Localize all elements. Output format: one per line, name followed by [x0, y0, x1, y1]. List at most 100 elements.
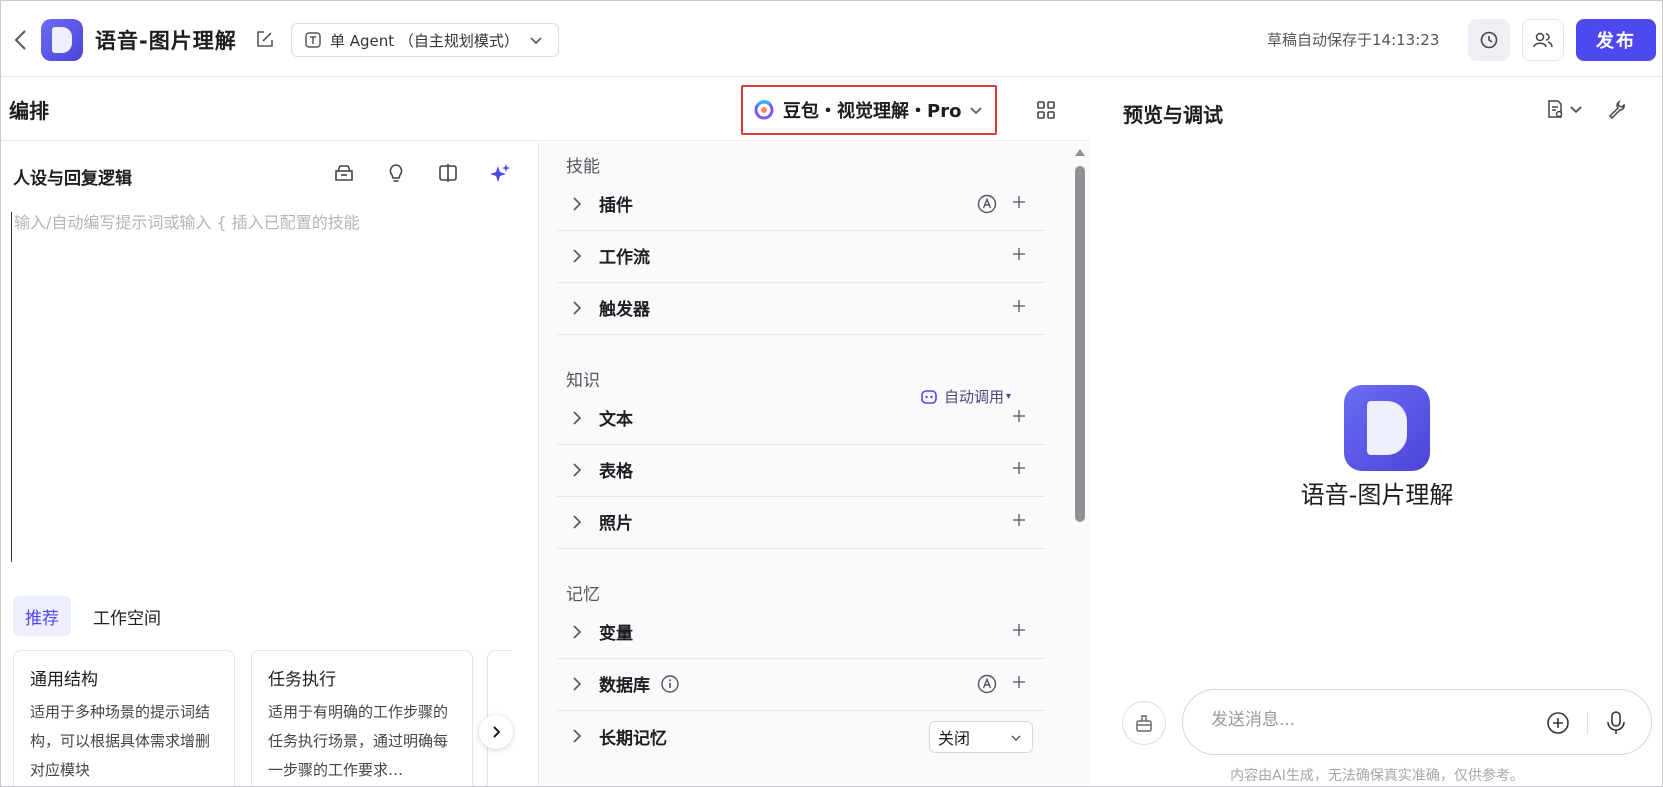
chevron-right-icon	[493, 726, 501, 738]
model-select[interactable]: 豆包・视觉理解・Pro	[741, 85, 997, 135]
add-table-icon[interactable]	[1009, 458, 1029, 478]
chevron-right-icon	[573, 729, 582, 743]
template-card-title: 任务执行	[268, 670, 336, 690]
skills-panel: 技能 插件 工作流 触发器 知识 自动调用 ▾ 文本 表格 照片 记忆 变量 数…	[540, 142, 1089, 786]
template-card-desc: 适用于有明确的工作步骤的任务执行场景，通过明确每一步骤的工作要求…	[268, 703, 449, 779]
prompt-input[interactable]	[11, 212, 529, 562]
prompt-library-icon	[335, 165, 353, 181]
microphone-icon[interactable]	[1603, 709, 1629, 737]
chevron-down-icon	[530, 37, 542, 45]
add-plugin-icon[interactable]	[1009, 192, 1029, 212]
skill-row-trigger[interactable]: 触发器	[557, 281, 1045, 335]
top-bar: 语音-图片理解 单 Agent （自主规划模式） 草稿自动保存于14:13:23…	[1, 1, 1662, 77]
agent-mode-select[interactable]: 单 Agent （自主规划模式）	[291, 23, 559, 57]
memory-section-title: 记忆	[566, 585, 600, 605]
row-label: 工作流	[599, 248, 650, 268]
chevron-down-icon	[1011, 735, 1021, 742]
split-view-icon	[439, 164, 457, 182]
wrench-icon	[1608, 100, 1625, 119]
scroll-up-arrow[interactable]	[1073, 146, 1087, 158]
long-term-memory-value: 关闭	[938, 729, 971, 748]
chevron-down-icon	[970, 107, 983, 115]
template-card-general[interactable]: 通用结构 适用于多种场景的提示词结构，可以根据具体需求增删对应模块	[13, 650, 235, 786]
memory-row-long-term[interactable]: 长期记忆 关闭	[557, 709, 1045, 763]
knowledge-row-text[interactable]: 文本	[557, 391, 1045, 445]
template-card-task[interactable]: 任务执行 适用于有明确的工作步骤的任务执行场景，通过明确每一步骤的工作要求…	[251, 650, 473, 786]
composer-divider	[1587, 712, 1588, 734]
prompt-library-button[interactable]	[331, 160, 357, 186]
row-label: 文本	[599, 410, 633, 430]
knowledge-row-photo[interactable]: 照片	[557, 495, 1045, 549]
add-workflow-icon[interactable]	[1009, 244, 1029, 264]
message-composer	[1182, 689, 1652, 755]
model-label: 豆包・视觉理解・Pro	[783, 101, 962, 122]
preview-toolbar	[1545, 99, 1627, 119]
auto-a-icon[interactable]	[977, 674, 997, 694]
add-photo-icon[interactable]	[1009, 510, 1029, 530]
debug-tools-button[interactable]	[1607, 99, 1627, 119]
add-attachment-icon[interactable]	[1545, 710, 1571, 736]
collaborators-button[interactable]	[1522, 19, 1564, 61]
skill-row-plugins[interactable]: 插件	[557, 177, 1045, 231]
chevron-down-icon	[1570, 106, 1582, 114]
memory-row-database[interactable]: 数据库	[557, 657, 1045, 711]
long-term-memory-select[interactable]: 关闭	[929, 721, 1033, 753]
broom-icon	[1136, 715, 1152, 732]
lightbulb-icon	[389, 164, 403, 182]
autosave-status: 草稿自动保存于14:13:23	[1267, 31, 1440, 49]
history-icon	[1480, 31, 1498, 49]
app-logo	[41, 19, 83, 61]
skill-row-workflow[interactable]: 工作流	[557, 229, 1045, 283]
info-icon[interactable]	[660, 674, 680, 694]
arrange-header: 编排 豆包・视觉理解・Pro	[1, 77, 1089, 141]
arrange-title: 编排	[9, 99, 49, 123]
row-label: 变量	[599, 624, 633, 644]
users-icon	[1533, 32, 1553, 48]
knowledge-row-table[interactable]: 表格	[557, 443, 1045, 497]
preview-title: 预览与调试	[1123, 103, 1223, 127]
debug-log-dropdown[interactable]	[1545, 99, 1583, 119]
knowledge-section-title: 知识	[566, 371, 600, 391]
chevron-right-icon	[573, 410, 582, 425]
templates-next-button[interactable]	[479, 715, 513, 749]
add-trigger-icon[interactable]	[1009, 296, 1029, 316]
tab-recommended[interactable]: 推荐	[13, 596, 71, 636]
chevron-right-icon	[573, 196, 582, 211]
add-variable-icon[interactable]	[1009, 620, 1029, 640]
persona-toolbar	[331, 160, 513, 186]
app-title: 语音-图片理解	[95, 29, 237, 53]
chevron-right-icon	[573, 676, 582, 691]
template-card-title: 通用结构	[30, 670, 98, 690]
document-settings-icon	[1548, 100, 1563, 118]
row-label: 照片	[599, 514, 633, 534]
suggestion-button[interactable]	[383, 160, 409, 186]
row-label: 表格	[599, 462, 633, 482]
scrollbar-thumb[interactable]	[1075, 166, 1085, 522]
clear-history-button[interactable]	[1122, 701, 1166, 745]
doubao-model-icon	[754, 100, 774, 120]
chevron-right-icon	[573, 624, 582, 639]
row-label: 触发器	[599, 300, 650, 320]
tab-workspace[interactable]: 工作空间	[81, 596, 173, 636]
chevron-right-icon	[573, 462, 582, 477]
memory-row-variables[interactable]: 变量	[557, 605, 1045, 659]
layout-grid-icon[interactable]	[1035, 99, 1057, 121]
add-database-icon[interactable]	[1009, 672, 1029, 692]
row-label: 数据库	[599, 676, 650, 696]
back-arrow-icon[interactable]	[11, 27, 31, 53]
chevron-right-icon	[573, 514, 582, 529]
preview-panel: 预览与调试 语音-图片理解 内容由AI生成，无法确保真实准确，仅供参考。	[1090, 77, 1662, 786]
publish-button[interactable]: 发布	[1576, 19, 1656, 61]
agent-mode-label: 单 Agent （自主规划模式）	[330, 31, 519, 50]
add-text-icon[interactable]	[1009, 406, 1029, 426]
bot-name: 语音-图片理解	[1300, 481, 1454, 509]
ai-disclaimer: 内容由AI生成，无法确保真实准确，仅供参考。	[1230, 768, 1524, 784]
message-input[interactable]	[1211, 710, 1511, 730]
edit-icon[interactable]	[255, 29, 275, 49]
app-frame: 语音-图片理解 单 Agent （自主规划模式） 草稿自动保存于14:13:23…	[0, 0, 1663, 787]
compare-button[interactable]	[435, 160, 461, 186]
ai-optimize-button[interactable]	[487, 160, 513, 186]
auto-a-icon[interactable]	[977, 194, 997, 214]
template-card-desc: 适用于多种场景的提示词结构，可以根据具体需求增删对应模块	[30, 703, 211, 779]
history-button[interactable]	[1468, 19, 1510, 61]
